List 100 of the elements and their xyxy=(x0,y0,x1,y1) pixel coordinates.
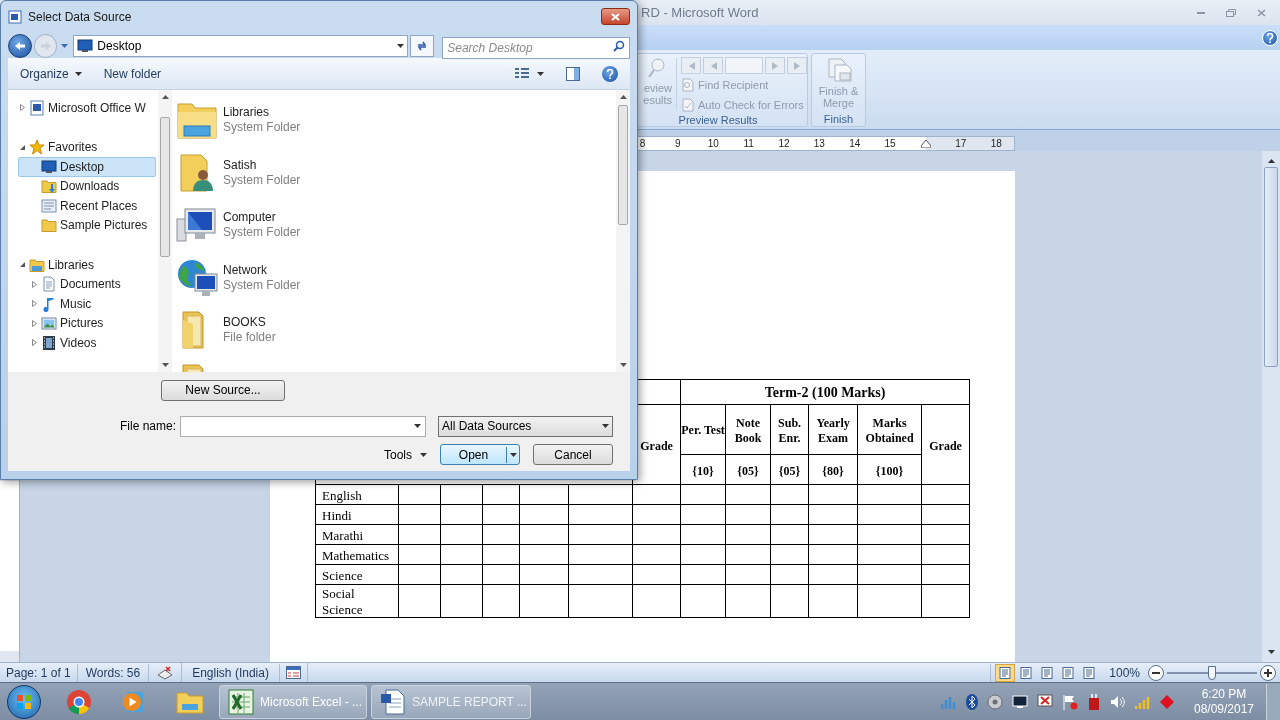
plus-icon xyxy=(1264,668,1272,677)
nav-item[interactable]: Libraries xyxy=(8,255,156,275)
zoom-in-button[interactable] xyxy=(1260,664,1276,681)
up-arrow-icon xyxy=(161,95,169,100)
max-marks: {100} xyxy=(875,463,904,478)
ruler-number: 10 xyxy=(706,137,720,151)
preview-pane-button[interactable] xyxy=(566,66,580,81)
start-button[interactable] xyxy=(7,684,41,719)
pane-icon xyxy=(566,66,580,81)
browser-button[interactable] xyxy=(65,687,93,716)
language[interactable]: English (India) xyxy=(182,663,280,682)
column-heading: Grade xyxy=(640,438,673,453)
arrow-left-icon xyxy=(13,40,26,51)
check-document-icon xyxy=(681,97,695,112)
page-lines-icon xyxy=(1041,666,1054,679)
help-icon xyxy=(606,68,614,79)
new-folder-button[interactable]: New folder xyxy=(103,64,162,83)
monitor-icon xyxy=(77,37,94,54)
star-icon xyxy=(29,139,45,156)
file-name-field[interactable] xyxy=(180,415,426,437)
file-type: System Folder xyxy=(223,225,301,241)
caret-icon xyxy=(509,452,517,457)
scrollbar[interactable] xyxy=(1262,151,1280,662)
nav-item[interactable]: Favorites xyxy=(8,137,156,158)
diamond-icon xyxy=(1160,694,1174,709)
record-number-field[interactable] xyxy=(725,57,763,74)
file-type: File folder xyxy=(223,330,276,346)
cancel-button[interactable]: Cancel xyxy=(533,444,613,466)
document-icon xyxy=(41,276,57,293)
zoom-slider[interactable] xyxy=(1167,665,1257,680)
zoom-out-button[interactable] xyxy=(1148,664,1164,681)
organize-button[interactable]: Organize xyxy=(20,64,82,83)
file-name[interactable]: Satish xyxy=(223,157,301,173)
slider-thumb[interactable] xyxy=(1208,665,1216,680)
picture-frame-icon xyxy=(41,315,57,332)
nav-item[interactable]: Sample Pictures xyxy=(18,215,156,236)
column-heading: Yearly Exam xyxy=(816,415,850,445)
column-heading: Grade xyxy=(929,438,962,453)
open-button[interactable]: Open xyxy=(440,444,520,466)
nav-item[interactable]: Videos xyxy=(18,333,156,353)
down-arrow-icon xyxy=(161,363,169,368)
nav-item[interactable]: Desktop xyxy=(18,157,156,177)
subject-name: Marathi xyxy=(322,527,364,543)
nav-item[interactable]: Recent Places xyxy=(18,196,156,216)
up-arrow-icon xyxy=(1267,159,1275,163)
document-window-icon xyxy=(29,99,45,116)
caret-icon xyxy=(420,452,427,457)
ruler-number: 9 xyxy=(674,137,682,151)
new-source-button[interactable]: New Source... xyxy=(161,379,285,401)
signal-strength-icon xyxy=(1135,694,1151,709)
nav-item[interactable]: Music xyxy=(18,294,156,314)
nav-item[interactable]: Pictures xyxy=(18,313,156,334)
caret-icon xyxy=(537,71,544,76)
column-heading: Sub. Enr. xyxy=(778,415,802,445)
ruler-number: 18 xyxy=(989,137,1003,151)
down-arrow-icon xyxy=(1267,650,1275,654)
book-error-icon xyxy=(157,665,174,680)
scrollbar[interactable] xyxy=(616,90,630,373)
ruler-number: 11 xyxy=(742,137,755,151)
views-button[interactable] xyxy=(515,67,544,80)
triangle-icon xyxy=(793,61,801,70)
file-name[interactable]: Network xyxy=(223,262,301,278)
close-icon xyxy=(1256,8,1266,17)
close-button[interactable] xyxy=(601,8,630,26)
file-name[interactable]: Libraries xyxy=(223,105,301,121)
search-field[interactable]: Search Desktop xyxy=(442,36,630,59)
page-lines-icon xyxy=(1020,666,1033,679)
folder-icon xyxy=(41,217,57,234)
address-field[interactable]: Desktop xyxy=(73,34,409,57)
file-type-dropdown[interactable]: All Data Sources xyxy=(438,415,613,437)
signal-bars-icon xyxy=(941,694,957,709)
window-title: RD - Microsoft Word xyxy=(641,3,759,22)
minimize-icon xyxy=(1197,11,1205,14)
help-button[interactable] xyxy=(1262,29,1278,46)
music-note-icon xyxy=(41,295,57,312)
down-arrow-icon xyxy=(619,363,627,368)
caret-icon xyxy=(74,71,82,76)
scrollbar[interactable] xyxy=(158,90,172,373)
network-error-icon xyxy=(1037,693,1053,710)
help-button[interactable] xyxy=(602,65,618,82)
refresh-button[interactable] xyxy=(410,34,435,57)
nav-item[interactable]: Microsoft Office W xyxy=(8,98,156,118)
file-name[interactable]: Computer xyxy=(223,210,301,226)
subject-name: Mathematics xyxy=(322,547,390,563)
group-label: Finish xyxy=(823,112,854,126)
triangle-icon xyxy=(771,61,779,70)
nav-item[interactable]: Downloads xyxy=(18,176,156,197)
view-button[interactable] xyxy=(995,663,1016,682)
film-strip-icon xyxy=(41,334,57,351)
nav-item[interactable]: Documents xyxy=(18,274,156,295)
file-name[interactable]: BOOKS xyxy=(223,315,276,331)
gear-icon xyxy=(987,693,1003,710)
word-count[interactable]: Words: 56 xyxy=(77,663,150,682)
tools-button[interactable]: Tools xyxy=(384,445,427,464)
page-count[interactable]: Page: 1 of 1 xyxy=(0,663,78,682)
page-lines-icon xyxy=(999,666,1012,679)
back-button[interactable] xyxy=(8,33,32,58)
download-folder-icon xyxy=(41,178,57,195)
indent-marker-icon xyxy=(920,139,931,148)
zoom-level[interactable]: 100% xyxy=(1109,663,1140,682)
